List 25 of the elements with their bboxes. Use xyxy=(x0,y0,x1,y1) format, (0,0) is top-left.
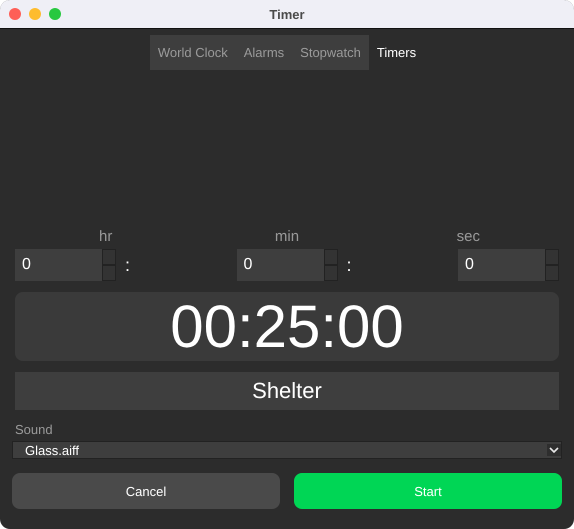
minimize-button[interactable] xyxy=(29,8,41,20)
time-separator: : xyxy=(125,254,130,276)
cancel-button[interactable]: Cancel xyxy=(12,473,280,509)
number-stepper[interactable]: 0 xyxy=(236,249,338,281)
sound-label: Sound xyxy=(15,422,53,437)
tab[interactable]: Timers xyxy=(368,35,424,70)
number-stepper[interactable]: 0 xyxy=(15,249,116,281)
tab[interactable]: World Clock xyxy=(150,35,236,70)
zoom-button[interactable] xyxy=(49,8,61,20)
tab[interactable]: Stopwatch xyxy=(292,35,369,70)
stepper-arrows-icon[interactable] xyxy=(545,249,559,281)
unit-label: sec xyxy=(456,228,481,245)
timer-name-field[interactable]: Shelter xyxy=(15,372,559,410)
close-button[interactable] xyxy=(9,8,21,20)
sound-dropdown[interactable]: Glass.aiff xyxy=(12,441,562,459)
window-title: Timer xyxy=(269,6,305,22)
unit-label: hr xyxy=(98,228,114,245)
time-separator: : xyxy=(346,254,352,276)
unit-label: min xyxy=(274,228,300,245)
stepper-arrows-icon[interactable] xyxy=(324,249,338,281)
chevron-down-icon xyxy=(547,444,561,456)
stepper-arrows-icon[interactable] xyxy=(102,249,116,281)
time-display: 00:25:00 xyxy=(15,292,559,361)
tab[interactable]: Alarms xyxy=(236,35,292,70)
number-stepper[interactable]: 0 xyxy=(458,249,559,281)
